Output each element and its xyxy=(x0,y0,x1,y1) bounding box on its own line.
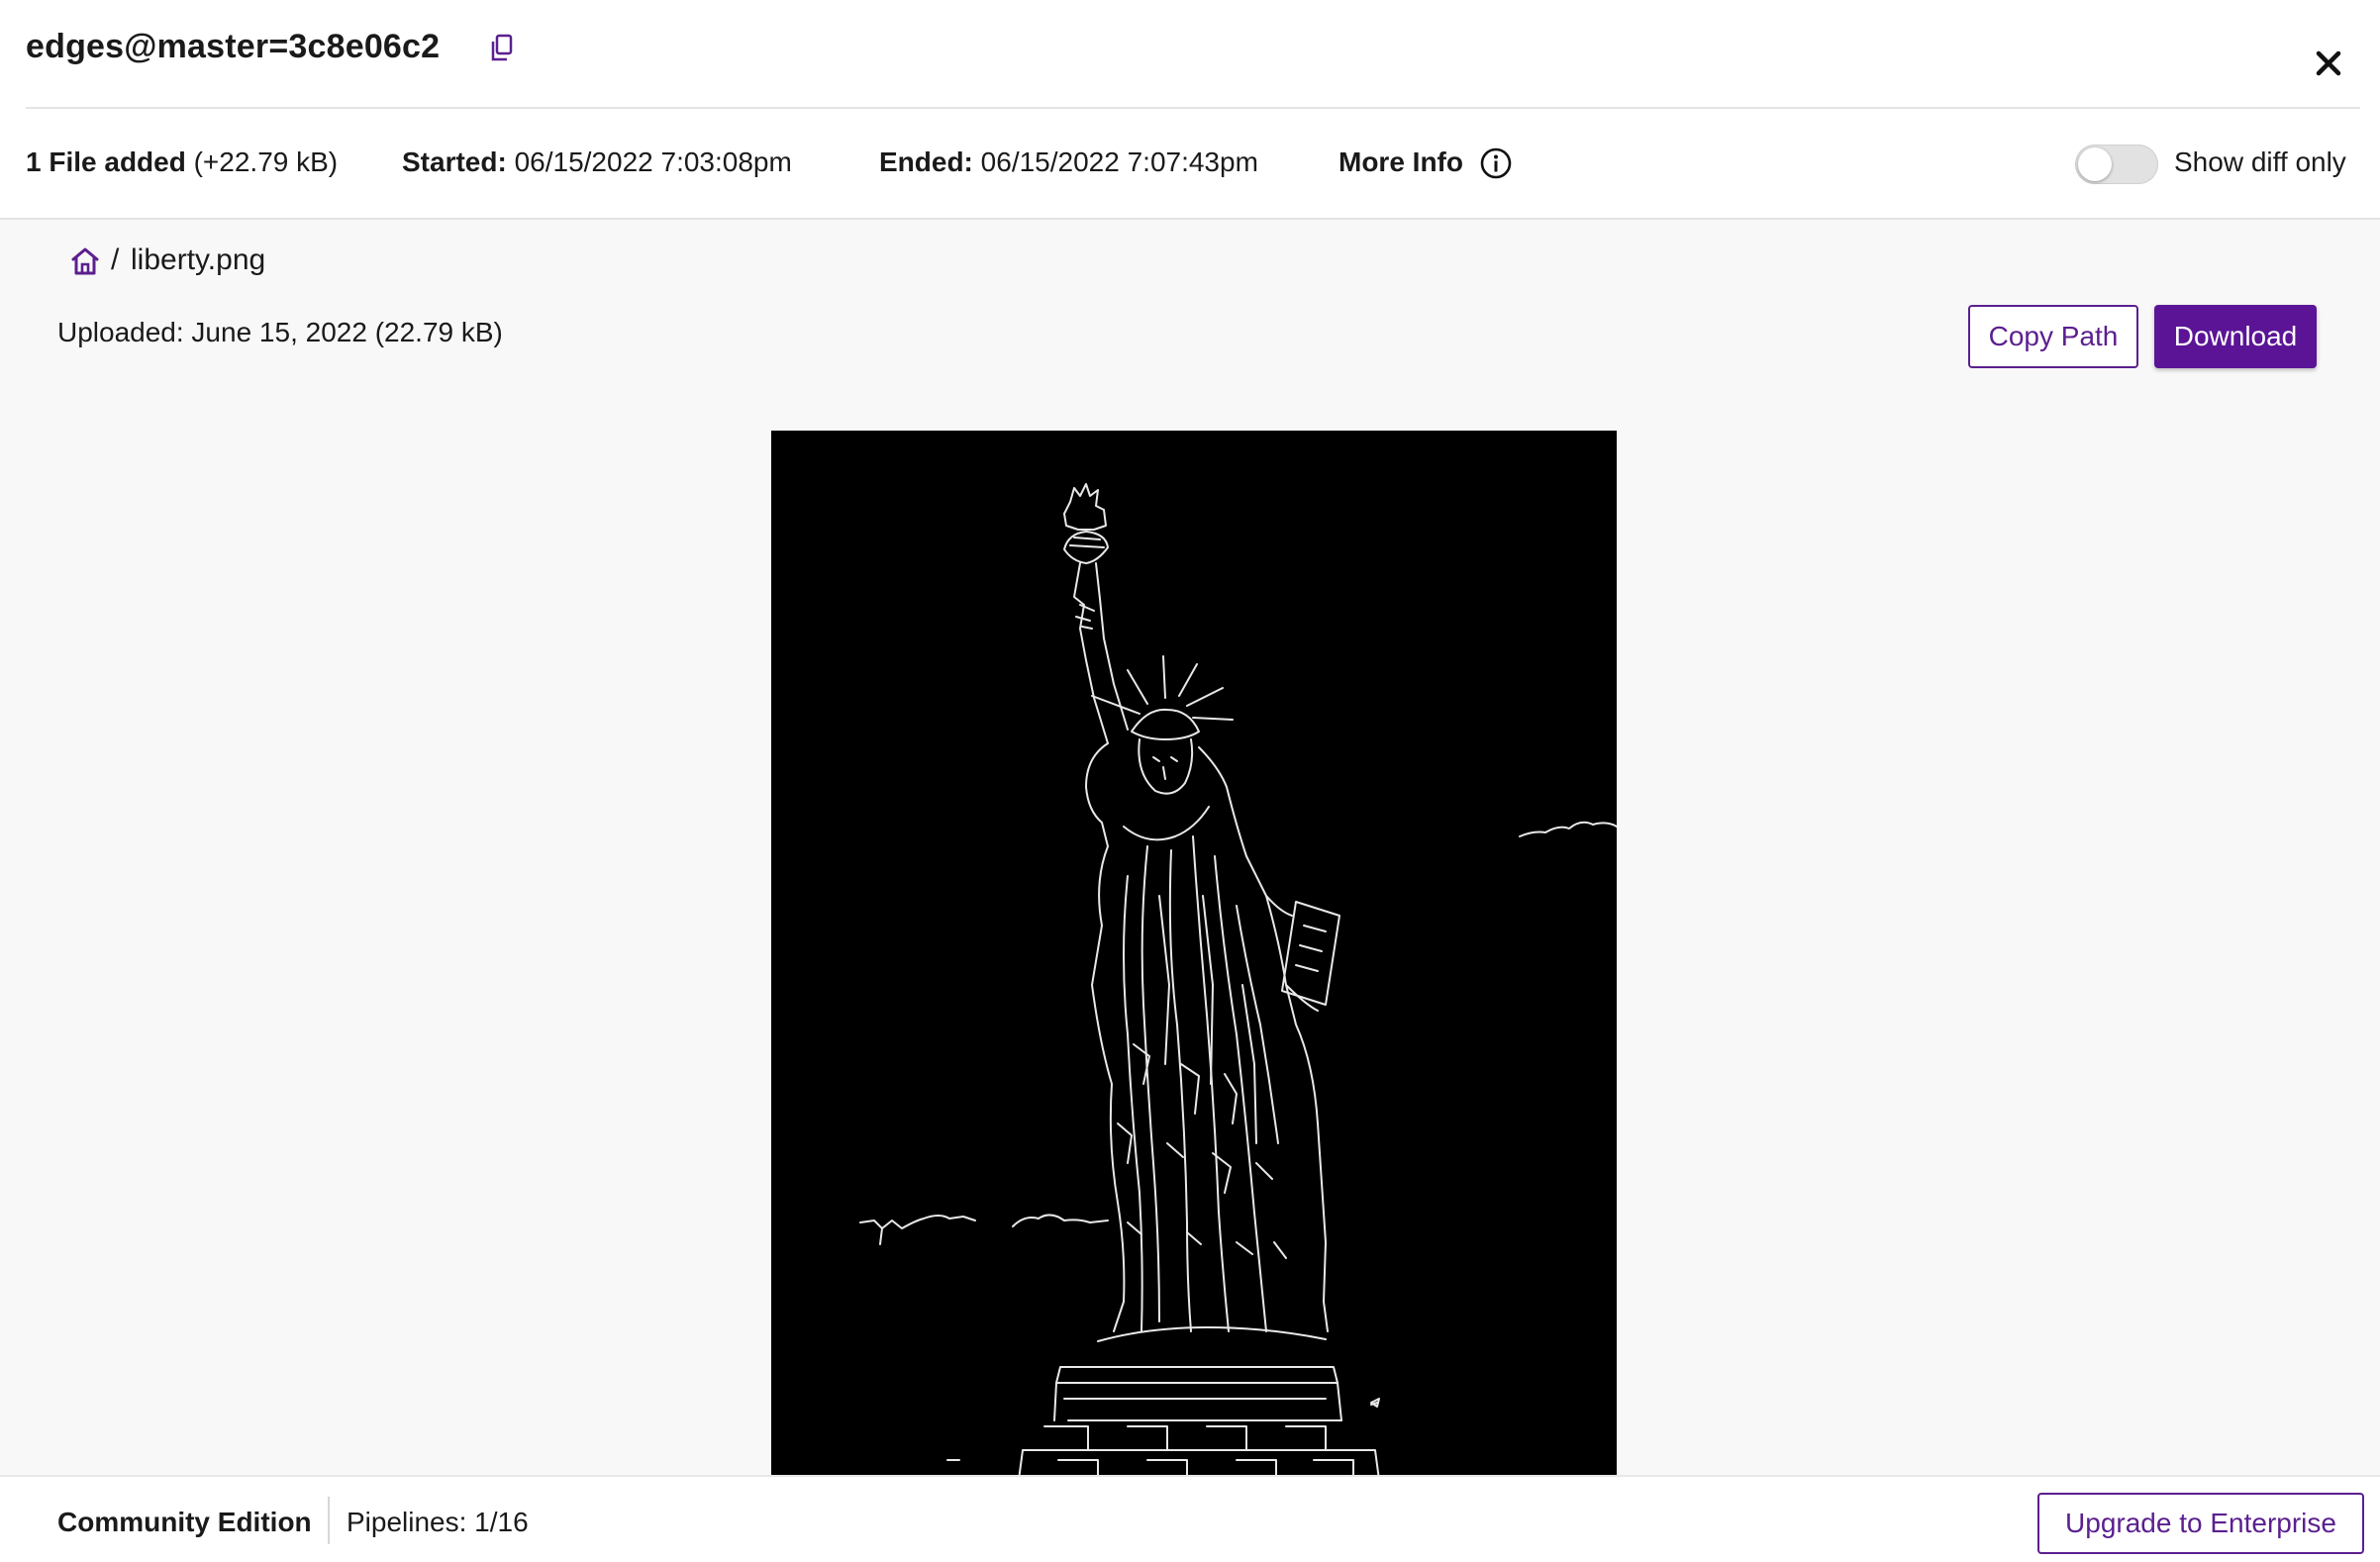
started-label: Started: xyxy=(402,146,507,177)
breadcrumb-file[interactable]: liberty.png xyxy=(131,244,265,277)
started-value: 06/15/2022 7:03:08pm xyxy=(514,146,792,177)
uploaded-info: Uploaded: June 15, 2022 (22.79 kB) xyxy=(57,317,503,347)
commit-info-bar: 1 File added (+22.79 kB) Started: 06/15/… xyxy=(0,109,2380,220)
close-icon[interactable] xyxy=(2309,44,2348,83)
home-icon[interactable] xyxy=(69,245,101,277)
show-diff-label: Show diff only xyxy=(2174,146,2346,177)
download-button[interactable]: Download xyxy=(2154,305,2317,368)
show-diff-toggle[interactable] xyxy=(2075,145,2158,184)
copy-icon[interactable] xyxy=(489,34,515,63)
ended-label: Ended: xyxy=(879,146,973,177)
pipelines-count: Pipelines: 1/16 xyxy=(347,1507,529,1537)
footer-divider xyxy=(328,1497,330,1544)
image-preview xyxy=(771,431,1617,1475)
copy-path-button[interactable]: Copy Path xyxy=(1968,305,2138,368)
commit-title: edges@master=3c8e06c2 xyxy=(26,28,441,65)
files-added-label: 1 File added xyxy=(26,146,186,177)
file-content-area: / liberty.png Uploaded: June 15, 2022 (2… xyxy=(0,220,2380,1475)
toggle-knob xyxy=(2078,147,2112,181)
files-added-summary: 1 File added (+22.79 kB) xyxy=(26,146,338,178)
started-time: Started: 06/15/2022 7:03:08pm xyxy=(402,146,792,178)
info-icon[interactable] xyxy=(1479,146,1513,180)
upgrade-button[interactable]: Upgrade to Enterprise xyxy=(2037,1493,2364,1554)
modal-header: edges@master=3c8e06c2 xyxy=(0,0,2380,109)
ended-time: Ended: 06/15/2022 7:07:43pm xyxy=(879,146,1258,178)
edition-label: Community Edition xyxy=(57,1507,312,1537)
footer-bar: Community Edition Pipelines: 1/16 Upgrad… xyxy=(0,1475,2380,1562)
breadcrumb-separator: / xyxy=(111,244,120,276)
ended-value: 06/15/2022 7:07:43pm xyxy=(980,146,1258,177)
files-added-size: (+22.79 kB) xyxy=(193,146,339,177)
more-info-link[interactable]: More Info xyxy=(1339,146,1463,178)
